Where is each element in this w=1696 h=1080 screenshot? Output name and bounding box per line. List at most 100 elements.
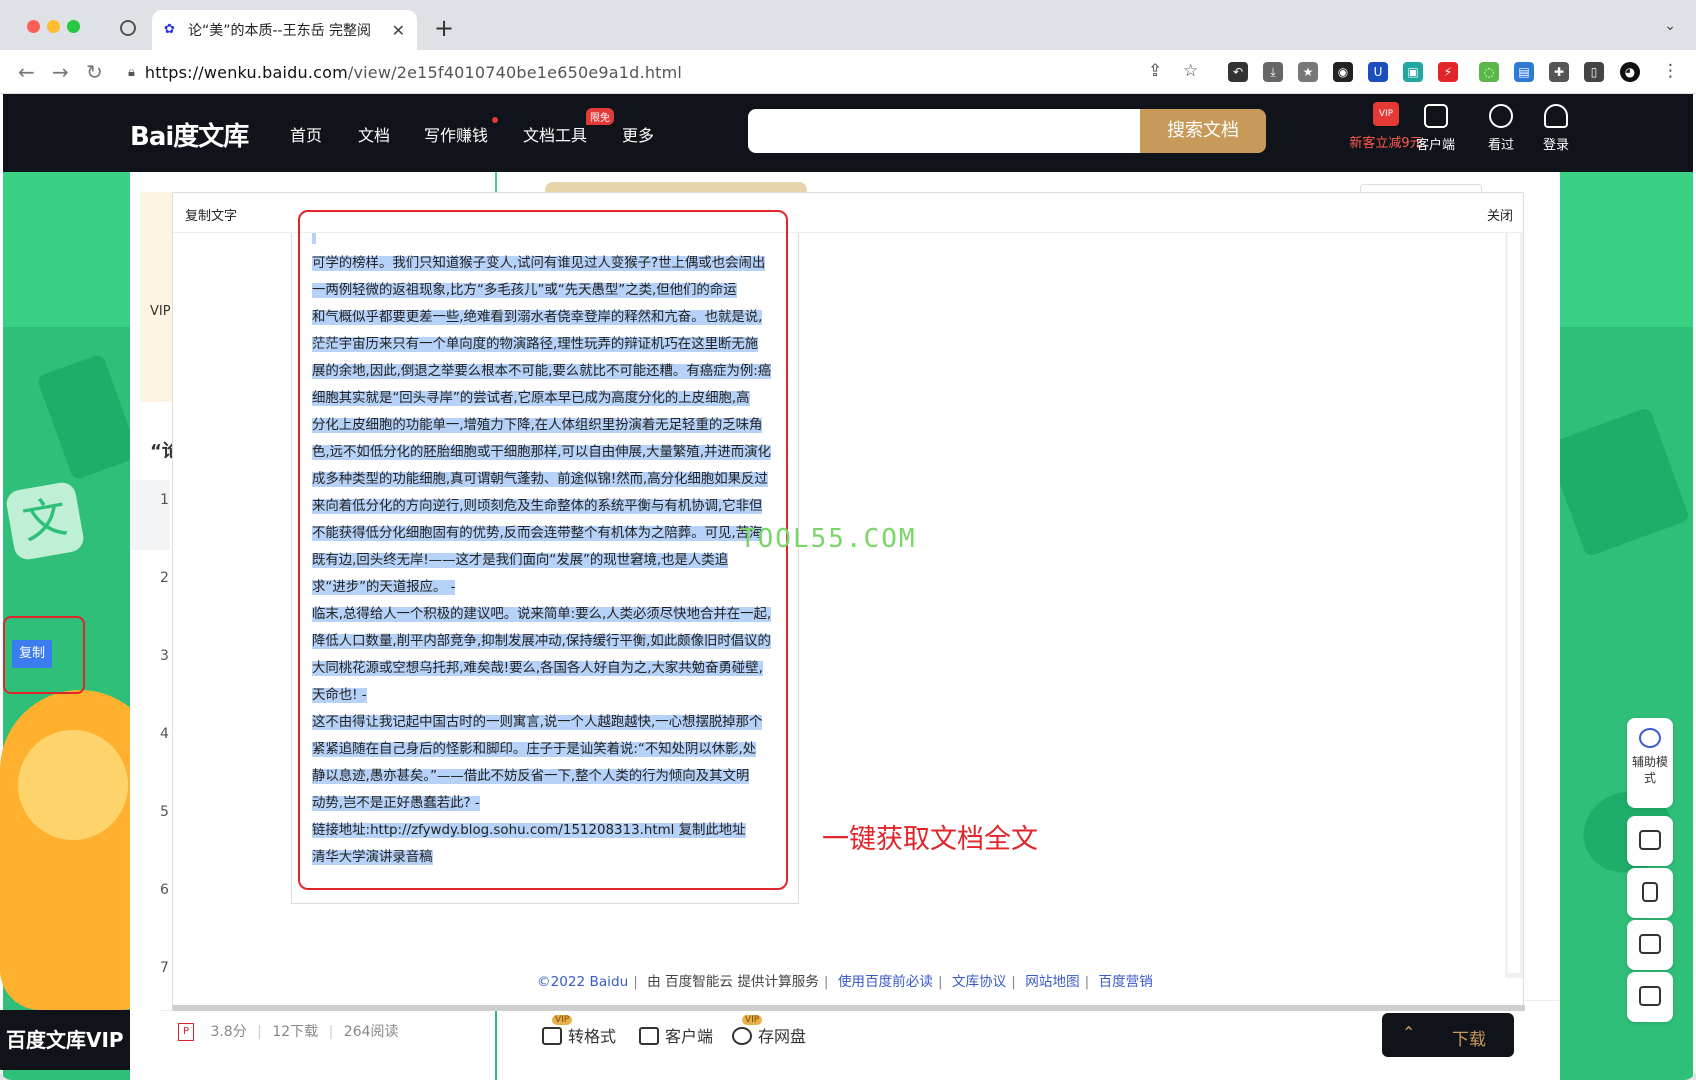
float-tool-feedback[interactable] bbox=[1627, 920, 1673, 970]
notification-dot bbox=[492, 117, 498, 123]
url-text: https://wenku.baidu.com/view/2e15f401074… bbox=[145, 63, 682, 82]
float-tool-mobile[interactable] bbox=[1627, 868, 1673, 918]
copy-button-highlight bbox=[3, 616, 85, 694]
cloud-icon bbox=[732, 1027, 752, 1045]
download-button[interactable]: ⌃ 下载 bbox=[1382, 1013, 1514, 1057]
row-number[interactable]: 1 bbox=[160, 492, 169, 508]
avatar[interactable]: ◕ bbox=[1620, 62, 1640, 82]
row-number[interactable]: 4 bbox=[160, 726, 169, 742]
assist-mode-button[interactable]: 辅助模式 bbox=[1627, 718, 1673, 808]
baidu-paw-icon: ✿ bbox=[164, 22, 175, 37]
history-link[interactable]: 看过 bbox=[1488, 104, 1514, 153]
row-number[interactable]: 7 bbox=[160, 960, 169, 976]
search-button[interactable]: 搜索文档 bbox=[1140, 109, 1266, 153]
url-path: /view/2e15f4010740be1e650e9a1d.html bbox=[347, 62, 683, 82]
tablet-icon bbox=[1423, 104, 1448, 128]
nav-doc-tools[interactable]: 文档工具 bbox=[523, 122, 587, 146]
new-tab-icon[interactable]: + bbox=[434, 14, 454, 42]
extension-shield-icon[interactable]: U bbox=[1368, 62, 1388, 82]
doc-reads: 264阅读 bbox=[343, 1024, 399, 1040]
tab-title: 论“美”的本质--王东岳 完整阅 bbox=[188, 23, 372, 39]
extension-save-icon[interactable]: ▣ bbox=[1403, 62, 1423, 82]
nav-more[interactable]: 更多 bbox=[622, 122, 654, 146]
window-maximize-button[interactable] bbox=[67, 20, 80, 33]
save-netdisk-button[interactable]: VIP 存网盘 bbox=[732, 1015, 807, 1047]
puzzle-icon[interactable]: ✚ bbox=[1549, 62, 1569, 82]
nav-home[interactable]: 首页 bbox=[290, 122, 322, 146]
convert-label: 转格式 bbox=[568, 1027, 617, 1046]
assist-mode-label: 辅助模式 bbox=[1631, 755, 1668, 785]
forward-icon[interactable]: → bbox=[52, 60, 69, 84]
chevron-down-icon[interactable]: ⌄ bbox=[1664, 18, 1676, 34]
client-bottom-label: 客户端 bbox=[665, 1027, 714, 1046]
baidu-wenku-logo[interactable]: Bai度文库 bbox=[130, 116, 249, 153]
doc-meta: P 3.8分 | 12下载 | 264阅读 bbox=[178, 1021, 399, 1041]
window-minimize-button[interactable] bbox=[47, 20, 60, 33]
login-link[interactable]: 登录 bbox=[1543, 104, 1569, 153]
footer-copyright[interactable]: ©2022 Baidu bbox=[537, 974, 628, 990]
decoration-shape bbox=[1545, 406, 1691, 558]
modal-title: 复制文字 bbox=[185, 209, 238, 224]
extension-red-icon[interactable]: ⚡ bbox=[1438, 62, 1458, 82]
chat-icon bbox=[1639, 934, 1661, 954]
extension-green-icon[interactable]: ◌ bbox=[1479, 62, 1499, 82]
close-tab-icon[interactable]: ✕ bbox=[392, 21, 405, 40]
extension-undo-icon[interactable]: ↶ bbox=[1228, 62, 1248, 82]
clock-icon bbox=[1489, 104, 1513, 128]
client-link[interactable]: 客户端 bbox=[1416, 104, 1455, 153]
meta-separator: | bbox=[328, 1024, 334, 1040]
page-footer: ©2022 Baidu | 由 百度智能云 提供计算服务 | 使用百度前必读 | 文库… bbox=[537, 970, 1153, 990]
float-tool-toolbox[interactable] bbox=[1627, 816, 1673, 866]
back-icon[interactable]: ← bbox=[18, 60, 35, 84]
row-number[interactable]: 3 bbox=[160, 648, 169, 664]
footer-link[interactable]: 百度营销 bbox=[1098, 974, 1152, 990]
row-number[interactable]: 5 bbox=[160, 804, 169, 820]
meta-separator: | bbox=[257, 1024, 262, 1040]
row-number[interactable]: 2 bbox=[160, 570, 169, 586]
free-badge: 限免 bbox=[586, 108, 614, 125]
footer-separator: | bbox=[1084, 974, 1090, 990]
more-menu-icon[interactable]: ⋮ bbox=[1662, 61, 1679, 81]
row-number[interactable]: 6 bbox=[160, 882, 169, 898]
globe-icon[interactable] bbox=[120, 20, 136, 36]
search-input[interactable] bbox=[748, 109, 1143, 153]
doc-action-bar: VIP 转格式 客户端 VIP 存网盘 ⌃ 下载 bbox=[497, 1000, 1560, 1080]
extension-blue-icon[interactable]: ▤ bbox=[1514, 62, 1534, 82]
vip-promo-label: 新客立减9元 bbox=[1349, 136, 1423, 151]
download-icon[interactable]: ⤓ bbox=[1263, 62, 1283, 82]
convert-format-button[interactable]: VIP 转格式 bbox=[542, 1015, 617, 1047]
vip-band[interactable]: 百度文库VIP bbox=[0, 1010, 130, 1070]
chevron-up-icon[interactable]: ⌃ bbox=[1402, 1023, 1415, 1042]
nav-write-earn[interactable]: 写作赚钱 bbox=[424, 122, 488, 146]
save-label: 存网盘 bbox=[758, 1027, 807, 1046]
bookmark-star-icon[interactable]: ☆ bbox=[1183, 61, 1198, 81]
briefcase-icon bbox=[542, 1027, 562, 1045]
address-bar[interactable]: 🔒︎ https://wenku.baidu.com/view/2e15f401… bbox=[128, 57, 1128, 87]
horizontal-scrollbar[interactable] bbox=[173, 1005, 1525, 1011]
share-icon[interactable]: ⇪ bbox=[1148, 61, 1162, 81]
user-icon bbox=[1544, 104, 1568, 128]
client-label: 客户端 bbox=[1416, 138, 1456, 153]
vertical-scrollbar[interactable] bbox=[1505, 233, 1523, 978]
vip-label: VIP bbox=[150, 304, 171, 319]
window-close-button[interactable] bbox=[27, 20, 40, 33]
star-list-icon[interactable]: ★ bbox=[1298, 62, 1318, 82]
footer-separator: | bbox=[823, 974, 829, 990]
footer-link[interactable]: 使用百度前必读 bbox=[838, 974, 933, 990]
browser-tab[interactable]: ✿ 论“美”的本质--王东岳 完整阅 ✕ bbox=[152, 10, 417, 50]
float-tool-bag[interactable] bbox=[1627, 972, 1673, 1022]
lock-icon: 🔒︎ bbox=[128, 64, 135, 80]
modal-close-button[interactable]: 关闭 bbox=[1487, 205, 1513, 224]
extension-mask-icon[interactable]: ◉ bbox=[1333, 62, 1353, 82]
client-button[interactable]: 客户端 bbox=[639, 1023, 713, 1047]
nav-docs[interactable]: 文档 bbox=[358, 122, 390, 146]
footer-link[interactable]: 文库协议 bbox=[952, 974, 1006, 990]
scrollbar-thumb[interactable] bbox=[1508, 233, 1520, 973]
text-highlight-frame bbox=[298, 210, 788, 890]
footer-separator: | bbox=[1011, 974, 1016, 990]
footer-link[interactable]: 网站地图 bbox=[1025, 974, 1079, 990]
login-label: 登录 bbox=[1543, 138, 1570, 153]
reload-icon[interactable]: ↻ bbox=[86, 60, 103, 84]
sidebar-icon[interactable]: ▯ bbox=[1584, 62, 1604, 82]
footer-separator: | bbox=[937, 974, 943, 990]
